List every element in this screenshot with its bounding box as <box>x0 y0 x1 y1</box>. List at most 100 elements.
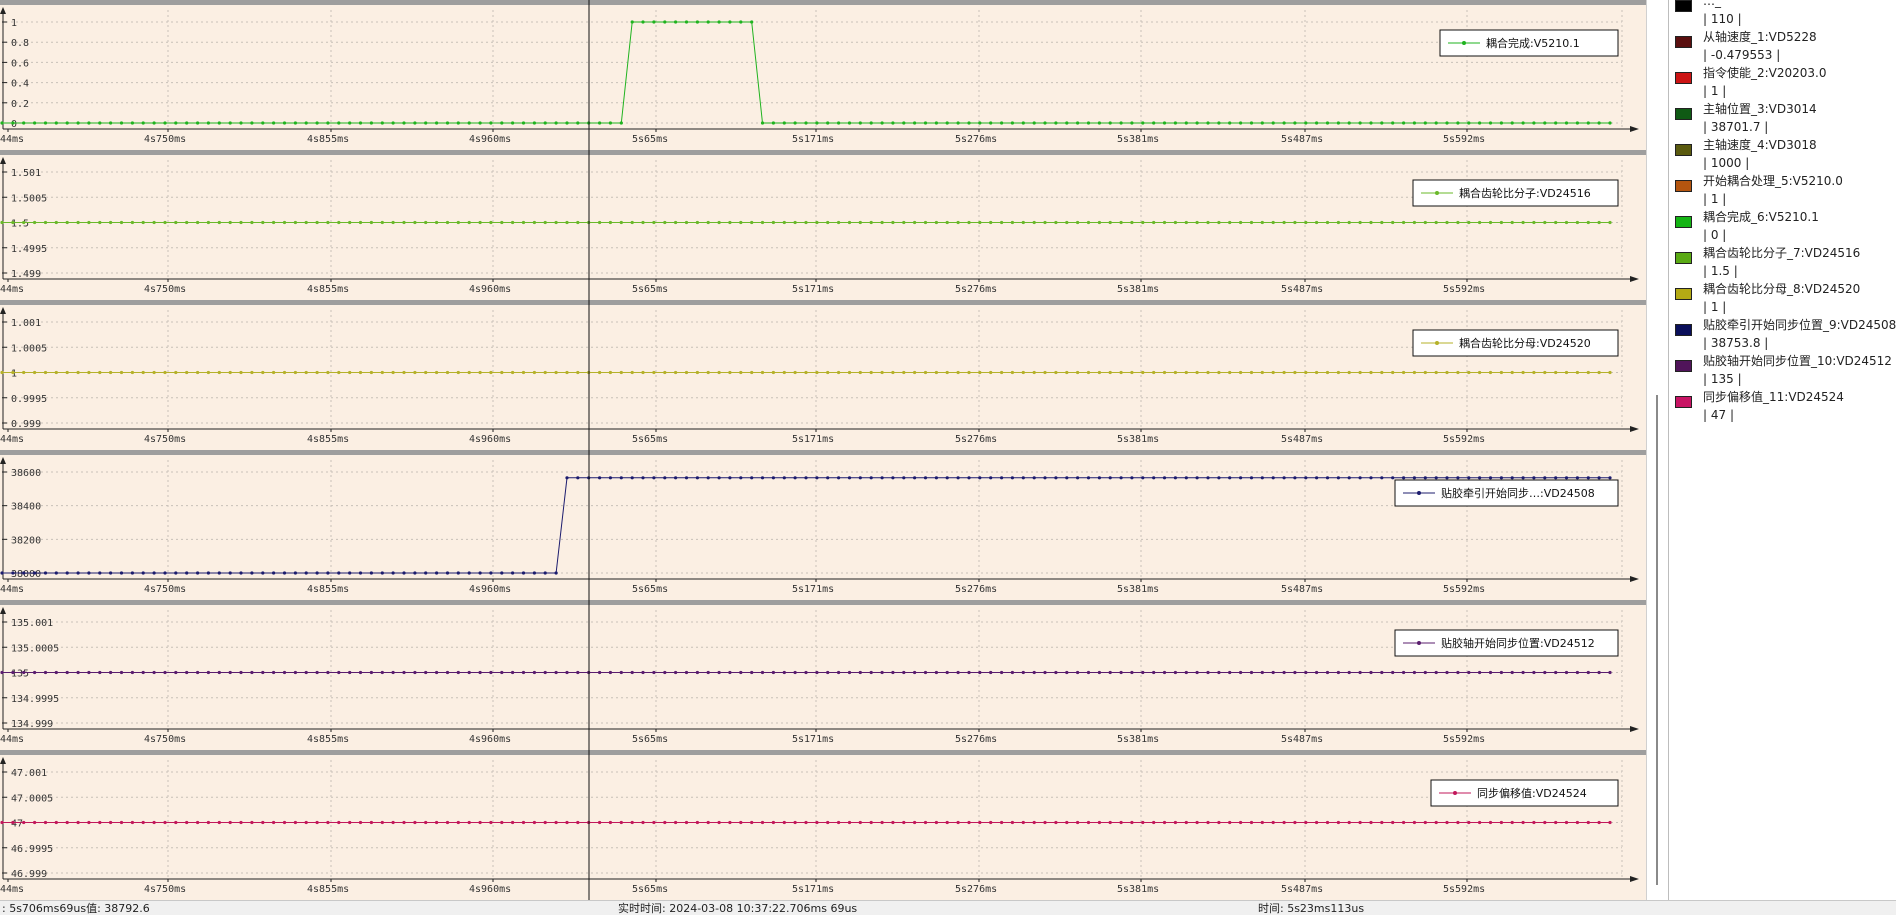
data-point <box>1086 220 1091 225</box>
legend-item[interactable]: 耦合完成_6:V5210.1 | 0 | <box>1675 210 1895 246</box>
data-point <box>1086 476 1091 480</box>
data-point <box>1369 370 1373 375</box>
legend-item[interactable]: 耦合齿轮比分母_8:VD24520 | 1 | <box>1675 282 1895 318</box>
data-point <box>1162 220 1167 225</box>
data-point <box>826 121 830 125</box>
data-point <box>1586 670 1590 675</box>
vertical-scrollbar[interactable] <box>1646 0 1669 900</box>
legend-item[interactable]: 从轴速度_1:VD5228 | -0.479553 | <box>1675 30 1895 66</box>
data-point <box>1184 370 1188 375</box>
data-point <box>1086 370 1091 375</box>
legend-item[interactable]: 贴胶轴开始同步位置_10:VD24512 | 135 | <box>1675 354 1895 390</box>
panel-separator <box>0 750 1646 755</box>
data-point <box>272 370 276 375</box>
data-point <box>510 370 515 375</box>
data-point <box>326 571 330 575</box>
data-point <box>782 370 786 375</box>
data-point <box>1065 121 1069 125</box>
legend-item[interactable]: 同步偏移值_11:VD24524 | 47 | <box>1675 390 1895 426</box>
data-point <box>934 220 939 225</box>
data-point <box>837 820 841 825</box>
data-point <box>369 370 373 375</box>
legend-marker <box>1462 41 1466 45</box>
data-point <box>1184 820 1188 825</box>
y-tick-label: 47.001 <box>11 768 47 779</box>
data-point <box>467 121 471 125</box>
data-point <box>1282 121 1286 125</box>
plots-svg[interactable]: 1 0.8 0.6 0.4 0.2 0 44ms 4s750ms 4s855ms 4s960ms 5… <box>0 0 1646 900</box>
data-point <box>521 820 526 825</box>
legend-marker <box>1417 641 1421 645</box>
data-point <box>554 121 558 125</box>
legend-item[interactable]: 主轴速度_4:VD3018 | 1000 | <box>1675 138 1895 174</box>
scrollbar-thumb[interactable] <box>1656 395 1658 885</box>
y-tick-label: 38400 <box>11 502 41 513</box>
data-point <box>1445 670 1449 675</box>
data-point <box>565 220 569 225</box>
data-point <box>532 571 537 575</box>
variable-value: | 0 | <box>1703 228 1727 242</box>
data-point <box>760 220 765 225</box>
data-point <box>1336 476 1340 480</box>
data-point <box>33 670 37 675</box>
legend-item[interactable]: 贴胶牵引开始同步位置_9:VD24508 | 38753.8 | <box>1675 318 1896 354</box>
data-point <box>1239 670 1243 675</box>
data-point <box>11 121 15 125</box>
data-point <box>445 820 450 825</box>
data-point <box>565 121 569 125</box>
data-point <box>282 670 287 675</box>
data-point <box>185 121 189 125</box>
x-tick-label: 5s487ms <box>1281 284 1323 295</box>
data-point <box>956 476 960 480</box>
variable-legend-panel: …_ | 110 | 从轴速度_1:VD5228 | -0.479553 | 指令使能_… <box>1668 0 1896 900</box>
data-point <box>1369 820 1373 825</box>
data-point <box>1434 370 1438 375</box>
data-point <box>934 670 939 675</box>
chart-area[interactable]: 1 0.8 0.6 0.4 0.2 0 44ms 4s750ms 4s855ms 4s960ms 5… <box>0 0 1646 900</box>
data-point <box>1228 220 1232 225</box>
data-point <box>1391 670 1395 675</box>
data-point <box>435 121 439 125</box>
data-point <box>304 370 308 375</box>
data-point <box>684 20 689 24</box>
data-point <box>771 476 776 480</box>
data-point <box>22 220 26 225</box>
variable-name: 耦合齿轮比分母_8:VD24520 <box>1703 282 1861 296</box>
data-point <box>1597 820 1601 825</box>
y-tick-label: 38600 <box>11 468 41 479</box>
legend-item[interactable]: …_ | 110 | <box>1675 0 1895 30</box>
data-point <box>728 820 732 825</box>
data-point <box>902 476 906 480</box>
data-point <box>369 220 373 225</box>
data-point <box>1564 370 1569 375</box>
data-point <box>1097 220 1101 225</box>
data-point <box>1532 220 1536 225</box>
data-point <box>1402 820 1406 825</box>
legend-item[interactable]: 指令使能_2:V20203.0 | 1 | <box>1675 66 1895 102</box>
variable-name: 耦合齿轮比分子_7:VD24516 <box>1703 246 1861 260</box>
data-point <box>424 670 428 675</box>
data-point <box>1521 476 1525 480</box>
data-point <box>456 220 460 225</box>
data-point <box>782 476 786 480</box>
data-point <box>804 820 808 825</box>
legend-item[interactable]: 开始耦合处理_5:V5210.0 | 1 | <box>1675 174 1895 210</box>
data-point <box>641 670 645 675</box>
data-point <box>87 370 91 375</box>
data-point <box>1456 370 1460 375</box>
data-point <box>424 571 428 575</box>
data-point <box>967 670 971 675</box>
y-tick-label: 1.0005 <box>11 343 47 354</box>
data-point <box>934 820 939 825</box>
legend-item[interactable]: 耦合齿轮比分子_7:VD24516 | 1.5 | <box>1675 246 1895 282</box>
data-point <box>109 571 113 575</box>
data-point <box>76 571 80 575</box>
data-point <box>467 820 471 825</box>
data-point <box>1260 670 1264 675</box>
data-point <box>109 670 113 675</box>
data-point <box>1162 121 1167 125</box>
legend-item[interactable]: 主轴位置_3:VD3014 | 38701.7 | <box>1675 102 1895 138</box>
data-point <box>663 20 667 24</box>
data-point <box>1086 121 1091 125</box>
data-point <box>337 370 341 375</box>
